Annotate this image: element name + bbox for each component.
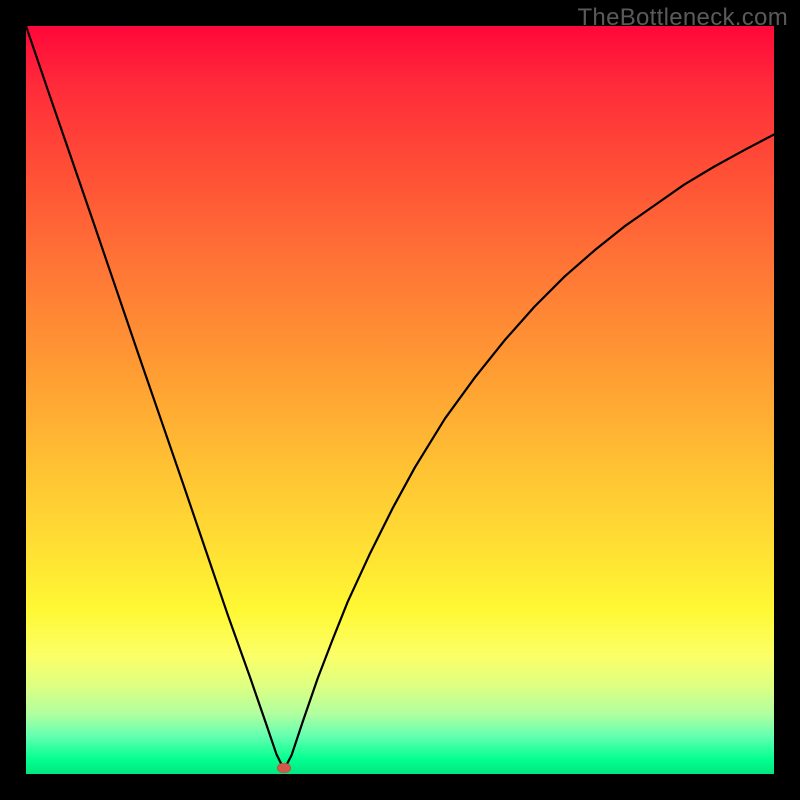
minimum-marker	[277, 763, 291, 773]
bottleneck-curve	[26, 26, 774, 774]
outer-frame: TheBottleneck.com	[0, 0, 800, 800]
watermark-text: TheBottleneck.com	[577, 4, 788, 32]
plot-area	[26, 26, 774, 774]
